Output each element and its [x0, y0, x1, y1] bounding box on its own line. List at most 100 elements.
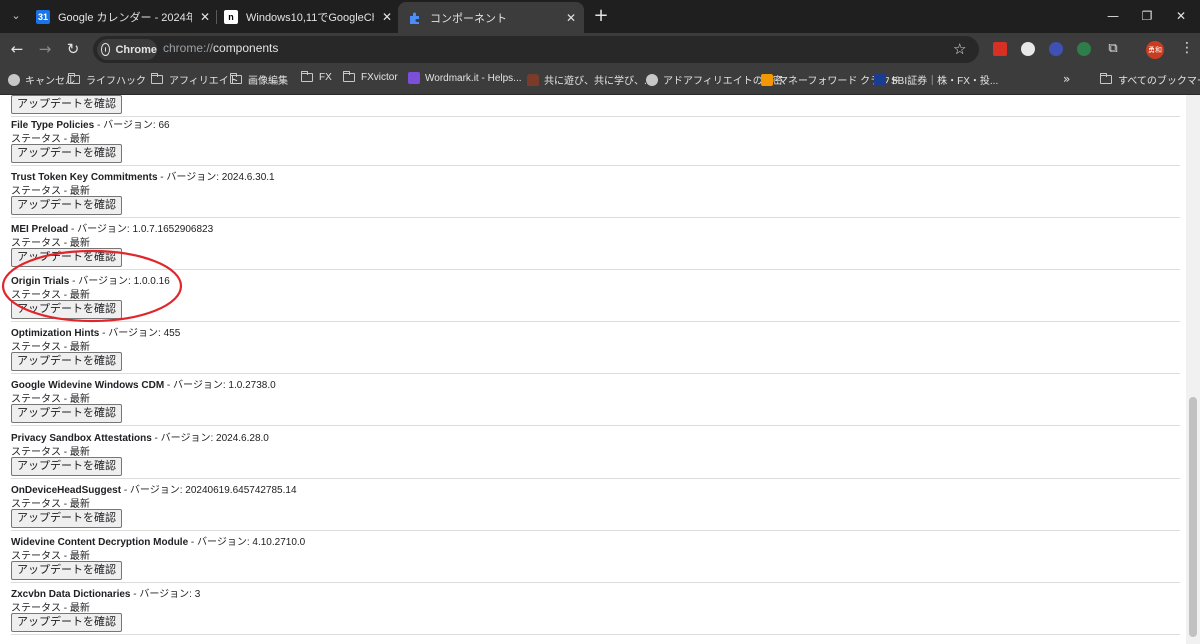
bookmark-item[interactable]: Wordmark.it - Helps...: [408, 72, 522, 84]
close-icon[interactable]: ✕: [198, 10, 212, 24]
component-version: 66: [158, 120, 170, 131]
restore-icon[interactable]: ❐: [1138, 7, 1156, 25]
check-update-button[interactable]: アップデートを確認: [11, 509, 122, 528]
component-title: Origin Trials - バージョン: 1.0.0.16: [11, 272, 170, 287]
bookmark-folder[interactable]: ライフハック: [67, 72, 146, 87]
component-title: File Type Policies - バージョン: 66: [11, 116, 170, 131]
component-version: 4.10.2710.0: [252, 537, 306, 548]
components-page: アップデートを確認 File Type Policies - バージョン: 66…: [0, 95, 1186, 644]
component-row: Zxcvbn Data Dictionaries - バージョン: 3 ステータ…: [0, 585, 1180, 637]
extension-red-icon[interactable]: [993, 42, 1007, 56]
version-label: - バージョン:: [157, 172, 222, 183]
check-update-button[interactable]: アップデートを確認: [11, 300, 122, 319]
component-row: MEI Preload - バージョン: 1.0.7.1652906823 ステ…: [0, 220, 1180, 272]
component-row: OnDeviceHeadSuggest - バージョン: 20240619.64…: [0, 481, 1180, 533]
close-icon[interactable]: ✕: [380, 10, 394, 24]
component-version: 1.0.0.16: [133, 276, 170, 287]
bookmark-folder[interactable]: FX: [300, 71, 332, 83]
divider: [11, 321, 1180, 322]
more-bookmarks-icon[interactable]: »: [1063, 72, 1070, 86]
address-bar[interactable]: Chrome chrome://components ☆: [93, 36, 979, 63]
menu-icon[interactable]: ⋮: [1180, 40, 1194, 56]
check-update-button[interactable]: アップデートを確認: [11, 144, 122, 163]
component-row: Optimization Hints - バージョン: 455 ステータス - …: [0, 324, 1180, 376]
version-label: - バージョン:: [121, 485, 186, 496]
tab-title: コンポーネント: [430, 12, 507, 25]
forward-icon[interactable]: →: [36, 40, 54, 58]
divider: [11, 478, 1180, 479]
bookmark-item[interactable]: SBI証券｜株・FX・投...: [874, 72, 998, 87]
component-version: 3: [194, 589, 201, 600]
tab-components[interactable]: コンポーネント ✕: [398, 2, 584, 33]
check-update-button[interactable]: アップデートを確認: [11, 613, 122, 632]
component-row: Privacy Sandbox Attestations - バージョン: 20…: [0, 429, 1180, 481]
tab-search-icon[interactable]: ⌄: [8, 8, 24, 24]
reload-icon[interactable]: ↻: [64, 40, 82, 58]
component-version: 455: [163, 328, 181, 339]
extension-d-icon[interactable]: [1077, 42, 1091, 56]
sbi-icon: [874, 73, 886, 86]
bookmark-label: Wordmark.it - Helps...: [425, 72, 522, 84]
component-status: ステータス - 最新: [11, 447, 90, 458]
new-tab-button[interactable]: +: [592, 7, 610, 25]
scrollbar-thumb[interactable]: [1189, 397, 1197, 637]
bookmark-folder[interactable]: アフィリエイト: [150, 72, 239, 87]
check-update-button[interactable]: アップデートを確認: [11, 352, 122, 371]
scrollbar[interactable]: [1186, 95, 1200, 644]
component-version: 1.0.2738.0: [228, 380, 276, 391]
divider: [11, 582, 1180, 583]
component-status: ステータス - 最新: [11, 134, 90, 145]
browser-chrome: ⌄ 31 Google カレンダー - 2024年 7月 ✕ n Windows…: [0, 0, 1200, 95]
back-icon[interactable]: ←: [8, 40, 26, 58]
bookmark-label: SBI証券｜株・FX・投...: [891, 76, 999, 87]
chrome-icon: [102, 44, 110, 55]
google-calendar-icon: 31: [36, 10, 50, 24]
avatar[interactable]: 勇和: [1146, 41, 1164, 59]
check-update-button[interactable]: アップデートを確認: [11, 457, 122, 476]
close-icon[interactable]: ✕: [564, 11, 578, 25]
extension-circle-icon[interactable]: [1021, 42, 1035, 56]
check-update-button[interactable]: アップデートを確認: [11, 196, 122, 215]
component-title: Optimization Hints - バージョン: 455: [11, 324, 180, 339]
component-row: Widevine Content Decryption Module - バージ…: [0, 533, 1180, 585]
minimize-icon[interactable]: —: [1104, 7, 1122, 25]
bookmark-item[interactable]: キャンセル: [8, 72, 75, 87]
bookmark-folder[interactable]: 画像編集: [229, 72, 288, 87]
hat-icon: [527, 73, 539, 86]
close-window-icon[interactable]: ✕: [1172, 7, 1190, 25]
tab-note-article[interactable]: n Windows10,11でGoogleChrome ✕: [224, 4, 394, 30]
tab-google-calendar[interactable]: 31 Google カレンダー - 2024年 7月 ✕: [36, 4, 212, 30]
bookmark-label: FXvictor: [361, 72, 398, 83]
divider: [11, 425, 1180, 426]
version-label: - バージョン:: [130, 589, 195, 600]
component-status: ステータス - 最新: [11, 186, 90, 197]
component-status: ステータス - 最新: [11, 394, 90, 405]
globe-icon: [646, 73, 658, 86]
bookmark-label: FX: [319, 72, 332, 83]
bookmark-folder[interactable]: FXvictor: [342, 71, 398, 83]
all-bookmarks-folder[interactable]: すべてのブックマーク: [1099, 72, 1200, 87]
download-icon[interactable]: [1049, 42, 1063, 56]
check-update-button[interactable]: アップデートを確認: [11, 404, 122, 423]
folder-icon: [1099, 73, 1112, 84]
puzzle-icon: [408, 11, 422, 25]
url-text[interactable]: chrome://components: [163, 41, 278, 55]
check-update-button[interactable]: アップデートを確認: [11, 248, 122, 267]
check-update-button[interactable]: アップデートを確認: [11, 561, 122, 580]
component-status: ステータス - 最新: [11, 551, 90, 562]
globe-icon: [8, 73, 20, 86]
moneyforward-icon: [761, 73, 773, 86]
divider: [11, 217, 1180, 218]
bookmarks-bar: キャンセル ライフハック アフィリエイト 画像編集 FX FXvictor Wo…: [0, 66, 1200, 95]
divider: [11, 373, 1180, 374]
version-label: - バージョン:: [99, 328, 164, 339]
bookmark-star-icon[interactable]: ☆: [953, 40, 966, 58]
tab-title: Google カレンダー - 2024年 7月: [58, 12, 192, 24]
extensions-puzzle-icon[interactable]: ⧉: [1104, 40, 1122, 58]
avatar-initials: 勇和: [1148, 46, 1162, 54]
chip-label: Chrome: [115, 43, 157, 56]
check-update-button[interactable]: アップデートを確認: [11, 95, 122, 114]
bookmark-item[interactable]: 共に遊び、共に学び、...: [527, 72, 652, 87]
bookmark-label: 画像編集: [248, 76, 288, 87]
site-info-chip[interactable]: Chrome: [97, 39, 157, 60]
